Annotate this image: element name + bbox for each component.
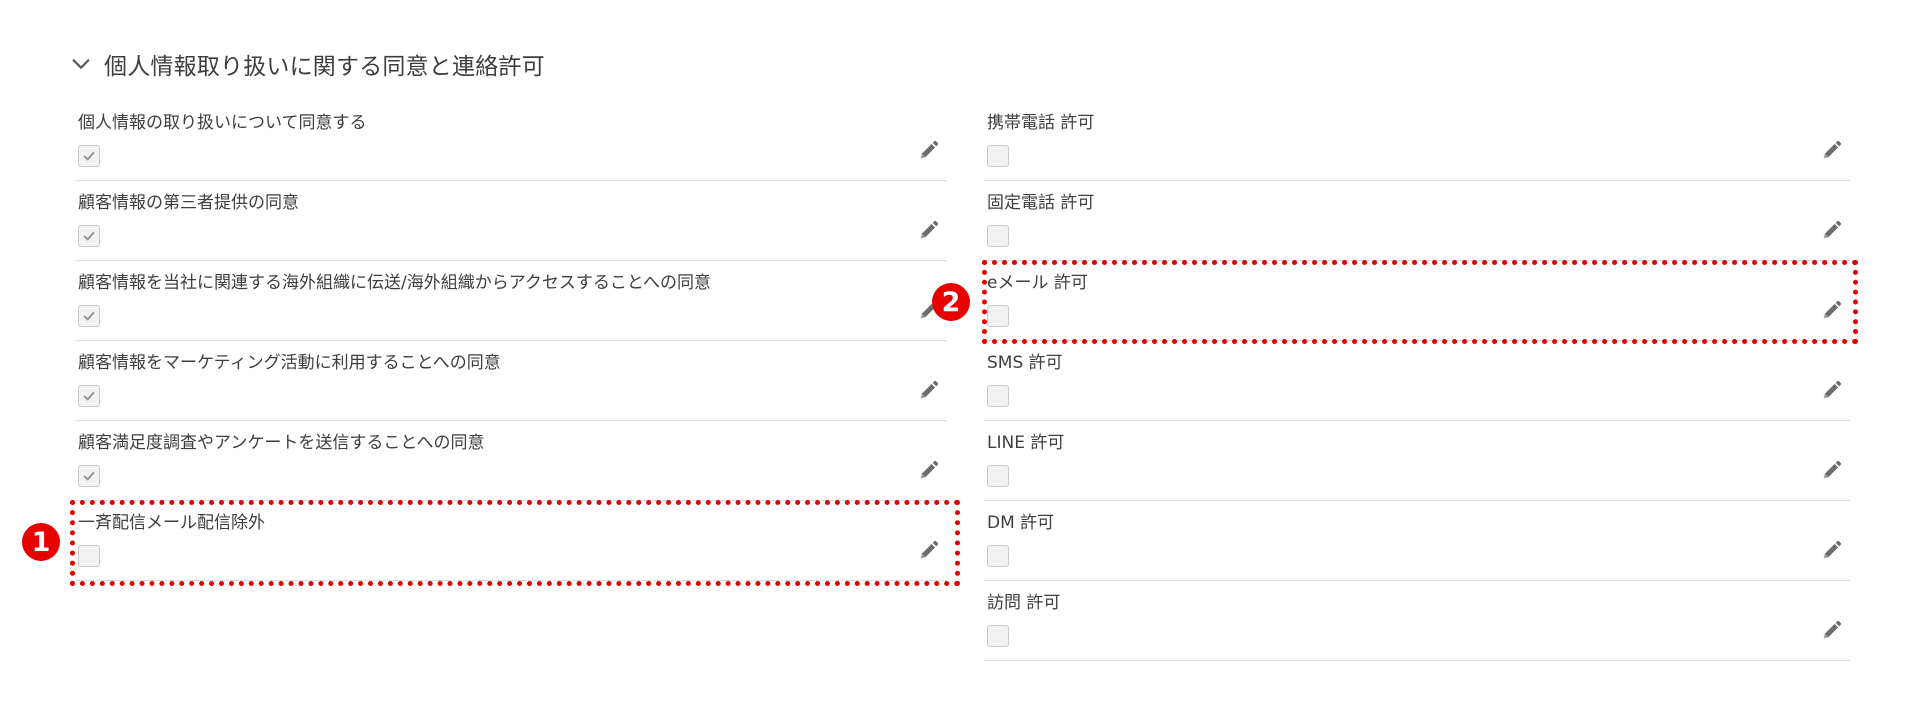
pencil-icon — [1823, 300, 1841, 318]
pencil-icon — [1823, 220, 1841, 238]
field-checkbox[interactable] — [987, 145, 1009, 167]
right-field-column: 携帯電話 許可 固定電話 許可 eメール 許可 SMS 許可 LINE 許可 DM 許可訪… — [984, 101, 1850, 661]
checkmark-icon — [83, 232, 95, 241]
pencil-icon — [1823, 620, 1841, 638]
right-field-5: DM 許可 — [984, 501, 1850, 581]
right-field-2: eメール 許可 — [984, 261, 1850, 341]
edit-button[interactable] — [915, 377, 941, 403]
pencil-icon — [920, 220, 938, 238]
marker-2: 2 — [932, 283, 970, 321]
right-field-4: LINE 許可 — [984, 421, 1850, 501]
edit-button[interactable] — [1818, 457, 1844, 483]
field-label: SMS 許可 — [987, 353, 1063, 373]
pencil-icon — [1823, 380, 1841, 398]
right-field-6: 訪問 許可 — [984, 581, 1850, 661]
edit-button[interactable] — [1818, 217, 1844, 243]
field-checkbox[interactable] — [78, 385, 100, 407]
checkmark-icon — [83, 152, 95, 161]
field-checkbox[interactable] — [78, 305, 100, 327]
field-checkbox[interactable] — [987, 625, 1009, 647]
section-title: 個人情報取り扱いに関する同意と連絡許可 — [104, 54, 545, 80]
left-field-2: 顧客情報を当社に関連する海外組織に伝送/海外組織からアクセスすることへの同意 — [75, 261, 947, 341]
field-label: 固定電話 許可 — [987, 193, 1095, 213]
checkmark-icon — [83, 312, 95, 321]
field-label: 顧客情報を当社に関連する海外組織に伝送/海外組織からアクセスすることへの同意 — [78, 273, 712, 293]
field-checkbox[interactable] — [78, 145, 100, 167]
field-label: 個人情報の取り扱いについて同意する — [78, 113, 367, 133]
edit-button[interactable] — [1818, 297, 1844, 323]
pencil-icon — [920, 460, 938, 478]
page: 個人情報取り扱いに関する同意と連絡許可 個人情報の取り扱いについて同意する 顧客情… — [0, 0, 1920, 710]
left-field-5: 一斉配信メール配信除外 — [75, 501, 947, 581]
edit-button[interactable] — [1818, 617, 1844, 643]
field-checkbox[interactable] — [987, 385, 1009, 407]
edit-button[interactable] — [915, 217, 941, 243]
edit-button[interactable] — [915, 537, 941, 563]
field-label: 一斉配信メール配信除外 — [78, 513, 265, 533]
edit-button[interactable] — [1818, 537, 1844, 563]
field-label: 携帯電話 許可 — [987, 113, 1095, 133]
left-field-column: 個人情報の取り扱いについて同意する 顧客情報の第三者提供の同意顧客情報を当社に関連… — [75, 101, 947, 581]
left-field-4: 顧客満足度調査やアンケートを送信することへの同意 — [75, 421, 947, 501]
field-label: LINE 許可 — [987, 433, 1065, 453]
field-checkbox[interactable] — [78, 545, 100, 567]
edit-button[interactable] — [915, 137, 941, 163]
pencil-icon — [1823, 540, 1841, 558]
pencil-icon — [920, 540, 938, 558]
pencil-icon — [920, 140, 938, 158]
right-field-3: SMS 許可 — [984, 341, 1850, 421]
pencil-icon — [1823, 460, 1841, 478]
left-field-0: 個人情報の取り扱いについて同意する — [75, 101, 947, 181]
right-field-1: 固定電話 許可 — [984, 181, 1850, 261]
marker-1: 1 — [22, 523, 60, 561]
checkmark-icon — [83, 392, 95, 401]
field-checkbox[interactable] — [78, 225, 100, 247]
field-label: eメール 許可 — [987, 273, 1088, 293]
field-checkbox[interactable] — [987, 305, 1009, 327]
checkmark-icon — [83, 472, 95, 481]
edit-button[interactable] — [1818, 377, 1844, 403]
edit-button[interactable] — [1818, 137, 1844, 163]
chevron-down-icon[interactable] — [70, 53, 92, 75]
field-checkbox[interactable] — [78, 465, 100, 487]
left-field-3: 顧客情報をマーケティング活動に利用することへの同意 — [75, 341, 947, 421]
field-label: DM 許可 — [987, 513, 1055, 533]
right-field-0: 携帯電話 許可 — [984, 101, 1850, 181]
field-label: 顧客情報をマーケティング活動に利用することへの同意 — [78, 353, 501, 373]
field-checkbox[interactable] — [987, 465, 1009, 487]
field-checkbox[interactable] — [987, 545, 1009, 567]
section-header[interactable]: 個人情報取り扱いに関する同意と連絡許可 — [70, 46, 545, 82]
pencil-icon — [1823, 140, 1841, 158]
field-label: 顧客情報の第三者提供の同意 — [78, 193, 299, 213]
left-field-1: 顧客情報の第三者提供の同意 — [75, 181, 947, 261]
pencil-icon — [920, 380, 938, 398]
field-label: 顧客満足度調査やアンケートを送信することへの同意 — [78, 433, 485, 453]
edit-button[interactable] — [915, 457, 941, 483]
field-label: 訪問 許可 — [987, 593, 1061, 613]
field-checkbox[interactable] — [987, 225, 1009, 247]
